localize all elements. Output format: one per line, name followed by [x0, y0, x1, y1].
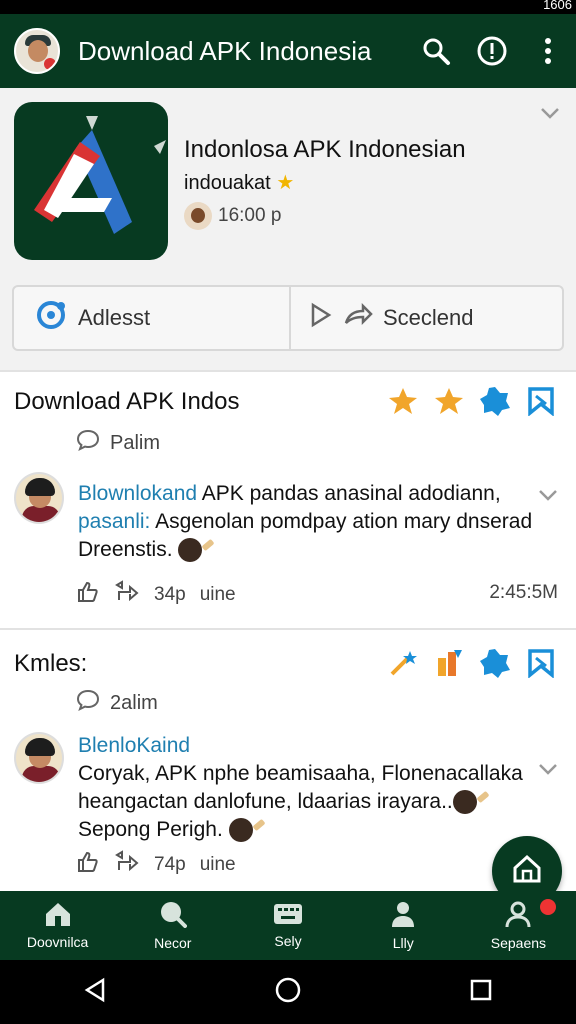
more-vert-icon[interactable]: [528, 31, 568, 71]
post-time: 2:45:5M: [489, 582, 558, 603]
app-logo: [14, 102, 168, 260]
app-subtitle: indouakat ★: [184, 170, 294, 195]
post-meta: 34p uine: [76, 580, 236, 610]
section-actions: [386, 384, 558, 418]
nav-item-download[interactable]: Doovnilca: [0, 891, 115, 960]
post-text-line: Coryak, APK nphe beamisaaha, Flonenacall…: [78, 762, 523, 785]
badge-icon[interactable]: [478, 384, 512, 418]
post-text-line: Asgenolan pomdpay ation mary dnserad: [150, 510, 533, 533]
replies-label: 2alim: [110, 691, 158, 714]
replies-row[interactable]: 2alim: [76, 688, 158, 718]
star-icon[interactable]: [432, 384, 466, 418]
home-icon: [43, 901, 73, 930]
badge-icon[interactable]: [478, 646, 512, 680]
nav-item-account[interactable]: Sepaens: [461, 891, 576, 960]
nav-label: Sely: [274, 933, 302, 949]
post-text-line: Dreenstis.: [78, 538, 173, 561]
post-username[interactable]: Blownlokand: [78, 482, 197, 505]
play-icon: [309, 302, 333, 334]
post-unit: uine: [199, 584, 236, 605]
avatar[interactable]: [14, 472, 64, 524]
check-circle-icon: [36, 300, 66, 336]
comment-icon: [76, 688, 100, 718]
post-meta: 74p uine: [76, 850, 236, 880]
nav-item-person[interactable]: Llly: [346, 891, 461, 960]
post-text-line: Sepong Perigh.: [78, 818, 223, 841]
feed-section-2: Kmles: 2alim BlenloKaind Coryak, APK nph…: [0, 630, 576, 891]
action-bar: Adlesst Sceclend: [12, 285, 564, 351]
star-icon[interactable]: [386, 384, 420, 418]
avatar[interactable]: [14, 732, 64, 784]
profile-avatar[interactable]: [14, 28, 60, 74]
post-body: Blownlokand APK pandas anasinal adodiann…: [78, 480, 538, 564]
post-username[interactable]: BlenloKaind: [78, 734, 190, 757]
post-count: 74p: [154, 854, 186, 875]
chevron-down-icon[interactable]: [538, 762, 558, 781]
comment-icon: [76, 428, 100, 458]
post-text-line: heangactan danlofune, ldaarias irayara..: [78, 790, 453, 813]
app-time-row: 16:00 p: [184, 202, 281, 230]
emoji-sticker: [178, 538, 203, 563]
back-icon[interactable]: [83, 977, 107, 1008]
secondary-action-label: Sceclend: [383, 305, 474, 330]
post-text-line: APK pandas anasinal adodiann,: [197, 482, 501, 505]
keyboard-icon: [273, 902, 303, 929]
chevron-down-icon[interactable]: [540, 106, 560, 125]
feed-section-1: Download APK Indos Palim Blownlokand APK…: [0, 372, 576, 628]
section-title: Download APK Indos: [14, 388, 240, 415]
alert-icon[interactable]: [472, 31, 512, 71]
app-subtitle-text: indouakat: [184, 172, 271, 194]
replies-label: Palim: [110, 431, 161, 454]
status-clock: 1606: [543, 0, 572, 12]
bookmark-icon[interactable]: [524, 646, 558, 680]
post-unit: uine: [199, 854, 236, 875]
system-navigation-bar: [0, 960, 576, 1024]
notification-badge: [540, 899, 557, 915]
person-icon: [389, 900, 417, 931]
like-icon[interactable]: [76, 580, 100, 610]
bottom-navigation: Doovnilca Necor Sely Llly Sepaens: [0, 891, 576, 960]
bookmark-icon[interactable]: [524, 384, 558, 418]
nav-item-keyboard[interactable]: Sely: [230, 891, 345, 960]
section-actions: [386, 646, 558, 680]
share-action-button[interactable]: Sceclend: [291, 287, 562, 349]
primary-action-label: Adlesst: [78, 305, 151, 330]
search-icon[interactable]: [416, 31, 456, 71]
app-name: Indonlosa APK Indonesian: [184, 136, 466, 163]
emoji-sticker: [228, 818, 253, 843]
search-icon: [159, 900, 187, 931]
share-icon[interactable]: [114, 580, 140, 610]
app-time: 16:00 p: [218, 205, 282, 226]
chart-icon[interactable]: [432, 646, 466, 680]
status-bar: 1606: [0, 0, 576, 14]
post-body: BlenloKaind Coryak, APK nphe beamisaaha,…: [78, 732, 538, 844]
app-card: Indonlosa APK Indonesian indouakat ★ 16:…: [0, 88, 576, 370]
wand-icon[interactable]: [386, 646, 420, 680]
section-title: Kmles:: [14, 650, 88, 677]
post-count: 34p: [154, 584, 186, 605]
home-circle-icon[interactable]: [274, 976, 302, 1009]
star-icon: ★: [276, 172, 295, 194]
share-arrow-icon: [343, 302, 373, 333]
emoji-sticker: [452, 790, 477, 815]
home-icon: [510, 852, 544, 891]
post-username-2[interactable]: pasanli:: [78, 510, 150, 533]
app-bar: Download APK Indonesia: [0, 14, 576, 88]
recents-icon[interactable]: [469, 978, 493, 1007]
primary-action-button[interactable]: Adlesst: [14, 287, 291, 349]
author-avatar: [184, 202, 212, 230]
account-icon: [504, 900, 532, 931]
app-bar-title: Download APK Indonesia: [78, 35, 372, 66]
share-icon[interactable]: [114, 850, 140, 880]
nav-label: Llly: [392, 935, 414, 951]
nav-label: Necor: [154, 935, 192, 951]
like-icon[interactable]: [76, 850, 100, 880]
replies-row[interactable]: Palim: [76, 428, 160, 458]
chevron-down-icon[interactable]: [538, 488, 558, 507]
nav-label: Doovnilca: [26, 934, 89, 950]
nav-item-search[interactable]: Necor: [115, 891, 230, 960]
nav-label: Sepaens: [490, 935, 547, 951]
